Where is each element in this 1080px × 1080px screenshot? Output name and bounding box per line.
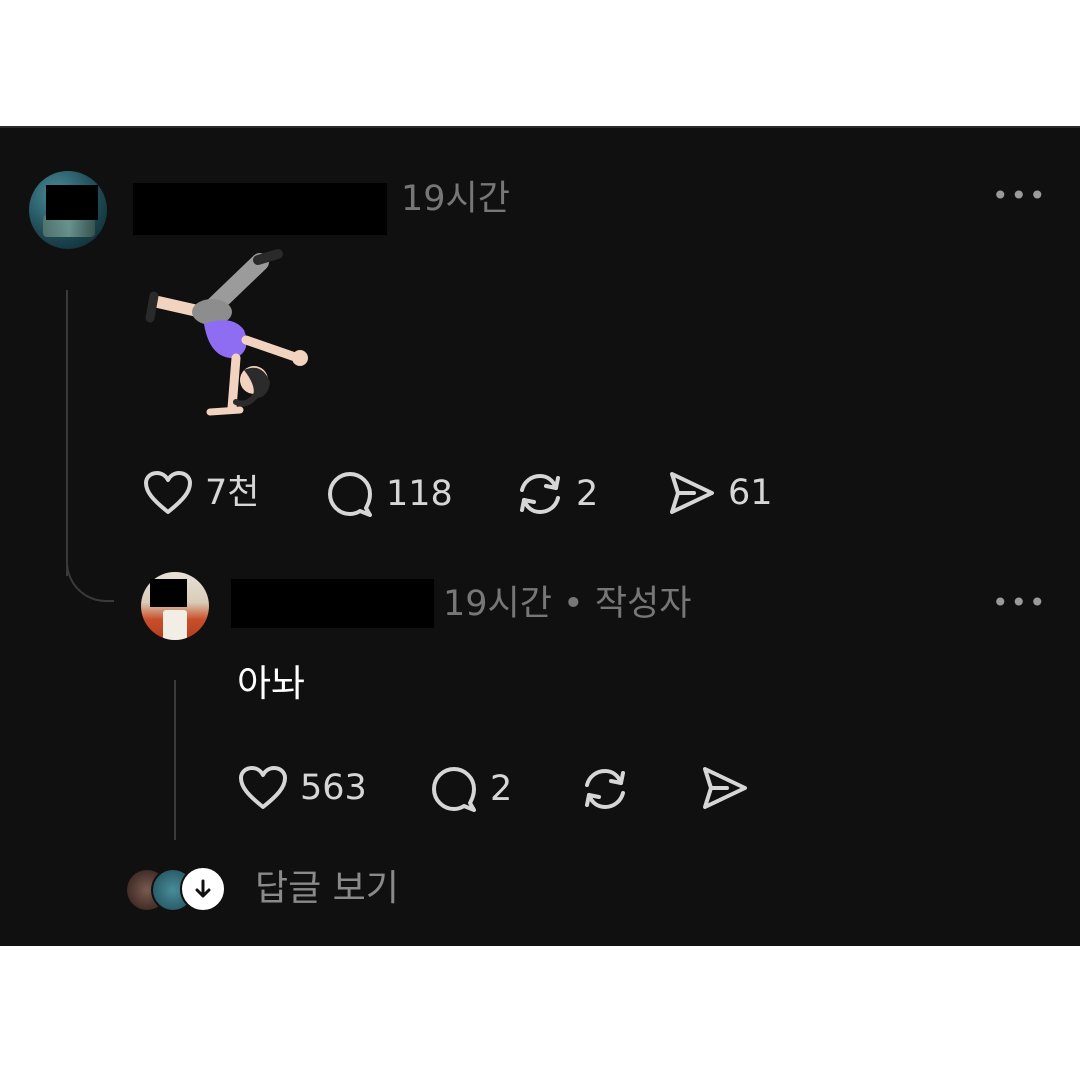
repost-icon [585, 768, 625, 810]
reply-like-button[interactable]: 563 [238, 765, 367, 811]
post-repost-button[interactable]: 2 [516, 470, 598, 518]
person-cartwheeling-emoji [140, 240, 320, 420]
reply-comment-count: 2 [490, 768, 513, 809]
reply-meta: 19시간 • 작성자 [443, 584, 692, 624]
comment-count: 118 [386, 473, 453, 514]
repost-icon [520, 473, 560, 515]
avatar-redaction [46, 185, 98, 220]
heart-icon [144, 471, 192, 514]
author-name-redaction [133, 183, 387, 235]
thread-panel: 19시간 ••• 7천 118 2 61 19시간 • 작성자 ••• 아놔 5… [0, 126, 1080, 946]
expand-replies-button[interactable] [180, 866, 226, 912]
heart-icon [239, 766, 287, 809]
post-comment-button[interactable]: 118 [326, 470, 453, 518]
like-count: 7천 [205, 472, 260, 513]
repost-count: 2 [576, 473, 599, 514]
share-count: 61 [728, 472, 773, 513]
reply-text: 아놔 [237, 662, 306, 705]
reply-share-button[interactable] [701, 765, 749, 811]
reply-comment-button[interactable]: 2 [430, 765, 512, 813]
reply-more-button[interactable]: ••• [992, 586, 1048, 619]
arrow-down-icon [195, 879, 211, 898]
thread-connector-curve [66, 538, 114, 602]
reply-thread-line [174, 680, 176, 840]
thread-line [66, 290, 68, 576]
send-icon [670, 472, 714, 514]
view-replies-link[interactable]: 답글 보기 [255, 871, 399, 907]
reply-repost-button[interactable] [581, 765, 629, 813]
post-like-button[interactable]: 7천 [143, 470, 259, 516]
post-timestamp: 19시간 [401, 179, 510, 219]
reply-like-count: 563 [300, 767, 367, 808]
comment-bubble-icon [328, 472, 372, 517]
reply-author-name-redaction [231, 579, 434, 628]
avatar-redaction [150, 579, 187, 607]
post-more-button[interactable]: ••• [992, 179, 1048, 212]
post-share-button[interactable]: 61 [668, 470, 773, 516]
send-icon [703, 767, 747, 809]
comment-bubble-icon [432, 767, 476, 812]
